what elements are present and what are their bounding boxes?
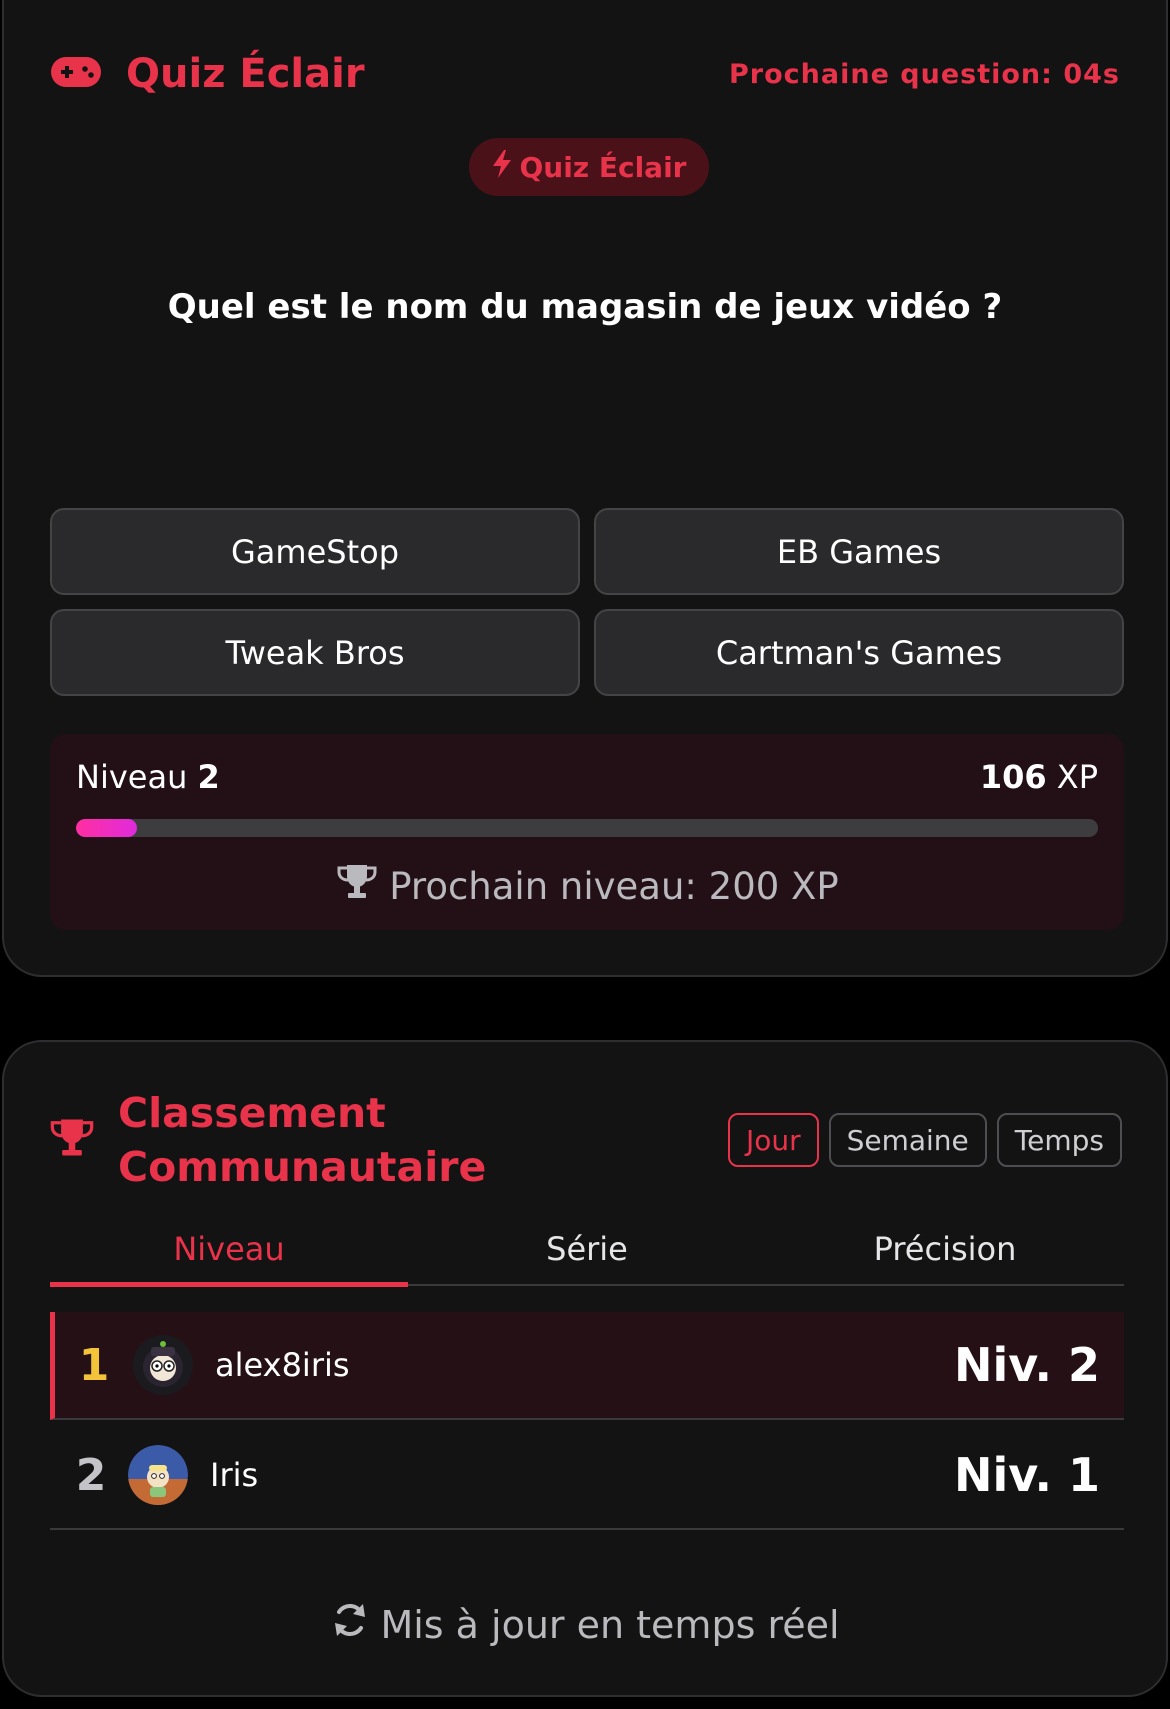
countdown-timer: Prochaine question: 04s bbox=[729, 58, 1120, 90]
brand: Quiz Éclair bbox=[50, 51, 365, 97]
level-row: Niveau 2 106 XP bbox=[76, 758, 1098, 796]
level-display: Niveau 2 bbox=[76, 758, 220, 796]
realtime-text: Mis à jour en temps réel bbox=[380, 1602, 840, 1647]
user-level: Niv. 2 bbox=[954, 1338, 1100, 1392]
xp-value: 106 bbox=[979, 758, 1047, 796]
leaderboard-row[interactable]: 2 Iris Niv. 1 bbox=[50, 1422, 1124, 1530]
xp-progress-fill bbox=[76, 819, 138, 837]
gamepad-icon bbox=[50, 54, 102, 94]
avatar bbox=[133, 1335, 193, 1395]
next-level-info: Prochain niveau: 200 XP bbox=[50, 862, 1124, 911]
quiz-header: Quiz Éclair Prochaine question: 04s bbox=[50, 44, 1120, 104]
leaderboard-title-wrap: Classement Communautaire bbox=[48, 1086, 487, 1194]
refresh-icon bbox=[330, 1600, 370, 1649]
leaderboard-card: Classement Communautaire Jour Semaine Te… bbox=[2, 1040, 1168, 1697]
answer-grid: GameStop EB Games Tweak Bros Cartman's G… bbox=[50, 508, 1124, 696]
answer-option[interactable]: Cartman's Games bbox=[594, 609, 1124, 696]
answer-option[interactable]: EB Games bbox=[594, 508, 1124, 595]
trophy-icon bbox=[335, 862, 379, 911]
avatar bbox=[128, 1445, 188, 1505]
next-level-text: Prochain niveau: 200 XP bbox=[389, 865, 839, 908]
quiz-card: Quiz Éclair Prochaine question: 04s Quiz… bbox=[2, 0, 1168, 977]
leaderboard-row[interactable]: 1 alex8iris Niv. 2 bbox=[50, 1312, 1124, 1420]
quiz-mode-badge: Quiz Éclair bbox=[469, 138, 709, 196]
tab-accuracy[interactable]: Précision bbox=[766, 1214, 1124, 1284]
xp-progress-bar bbox=[76, 819, 1098, 837]
period-filters: Jour Semaine Temps bbox=[727, 1113, 1122, 1167]
level-label: Niveau bbox=[76, 758, 188, 796]
xp-unit: XP bbox=[1056, 758, 1098, 796]
filter-day[interactable]: Jour bbox=[727, 1113, 819, 1167]
rank-number: 2 bbox=[75, 1449, 107, 1501]
leaderboard-header: Classement Communautaire Jour Semaine Te… bbox=[48, 1089, 1122, 1191]
question-text: Quel est le nom du magasin de jeux vidéo… bbox=[167, 287, 1003, 327]
username: alex8iris bbox=[215, 1346, 350, 1384]
answer-option[interactable]: GameStop bbox=[50, 508, 580, 595]
lightning-icon bbox=[491, 149, 513, 186]
xp-display: 106 XP bbox=[980, 758, 1098, 796]
username: Iris bbox=[210, 1456, 259, 1494]
answer-option[interactable]: Tweak Bros bbox=[50, 609, 580, 696]
tab-level[interactable]: Niveau bbox=[50, 1214, 408, 1287]
tab-streak[interactable]: Série bbox=[408, 1214, 766, 1284]
filter-all-time[interactable]: Temps bbox=[996, 1113, 1122, 1167]
realtime-status: Mis à jour en temps réel bbox=[4, 1600, 1166, 1649]
filter-week[interactable]: Semaine bbox=[828, 1113, 987, 1167]
trophy-icon bbox=[48, 1116, 96, 1164]
leaderboard-title: Classement Communautaire bbox=[118, 1089, 487, 1191]
quiz-mode-label: Quiz Éclair bbox=[519, 150, 687, 184]
leaderboard-tabs: Niveau Série Précision bbox=[50, 1214, 1124, 1287]
level-progress-panel: Niveau 2 106 XP Prochain niveau: 200 XP bbox=[50, 734, 1124, 930]
level-value: 2 bbox=[197, 758, 220, 796]
rank-number: 1 bbox=[78, 1339, 110, 1391]
user-level: Niv. 1 bbox=[954, 1448, 1100, 1502]
quiz-title: Quiz Éclair bbox=[126, 51, 365, 97]
